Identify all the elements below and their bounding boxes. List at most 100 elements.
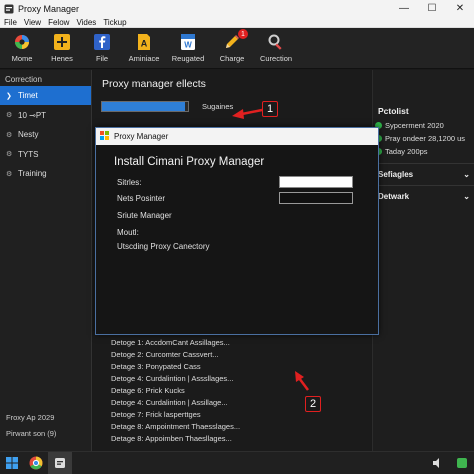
sidebar-item-timet[interactable]: ❯ Timet — [0, 86, 91, 105]
nets-posinter-input[interactable] — [279, 192, 353, 204]
sidebar-item-label: Nesty — [18, 130, 39, 139]
status-row-label: Pray ondeer 28,1200 us — [385, 134, 466, 143]
menu-vides[interactable]: Vides — [76, 18, 96, 27]
gear-multicolor-icon — [13, 33, 31, 51]
progress-fill — [102, 102, 186, 111]
menu-felow[interactable]: Felow — [48, 18, 69, 27]
right-pane-title: Pctolist — [378, 106, 409, 116]
sidebar-heading: Correction — [5, 75, 42, 84]
log-line: Detoge 7: Frick lasperttges — [111, 410, 201, 419]
chevron-down-icon: ⌄ — [463, 170, 470, 179]
notification-badge: 1 — [238, 29, 248, 39]
status-row-label: Taday 200ps — [385, 147, 428, 156]
dialog-titlebar: Proxy Manager — [96, 128, 378, 145]
log-line: Detage 8: Ampointment Thaesslages... — [111, 422, 241, 431]
toolbar-henes-button[interactable]: Henes — [42, 28, 82, 69]
toolbar-mome-button[interactable]: Mome — [2, 28, 42, 69]
tray-app-icon — [457, 458, 467, 468]
annotation-arrow-2 — [295, 371, 309, 391]
sidebar-item-label: 10 ⊸PT — [18, 110, 47, 120]
start-button[interactable] — [0, 452, 24, 474]
menu-tickup[interactable]: Tickup — [103, 18, 126, 27]
magnifier-icon — [267, 33, 285, 51]
app-icon — [4, 4, 14, 14]
toolbar-aminiace-button[interactable]: A Aminiace — [122, 28, 166, 69]
chevron-down-icon: ⌄ — [463, 192, 470, 201]
toolbar-curection-button[interactable]: Curection — [254, 28, 298, 69]
chevron-right-icon: ❯ — [6, 92, 12, 100]
maximize-button[interactable]: ☐ — [418, 0, 446, 17]
status-row: Pray ondeer 28,1200 us — [375, 134, 465, 143]
taskbar-tray-app[interactable] — [450, 452, 474, 474]
svg-text:A: A — [141, 39, 148, 49]
sidebar-item-10pt[interactable]: ⚙ 10 ⊸PT — [0, 106, 91, 125]
install-dialog: Proxy Manager Install Cimani Proxy Manag… — [95, 127, 379, 335]
minimize-button[interactable]: — — [390, 0, 418, 17]
toolbar: Mome Henes File A Aminiace W Reugated 1 … — [0, 28, 474, 69]
sidebar-footer-line: Pirwant son (9) — [6, 429, 57, 438]
windows-start-icon — [6, 457, 18, 469]
toolbar-charge-button[interactable]: 1 Charge — [210, 28, 254, 69]
toolbar-label: Curection — [259, 54, 293, 63]
taskbar-app[interactable] — [48, 451, 72, 474]
field-label-nets-posinter: Nets Posinter — [117, 194, 166, 203]
close-button[interactable]: ✕ — [446, 0, 474, 17]
log-line: Detage 3: Ponypated Cass — [111, 362, 201, 371]
gear-icon: ⚙ — [6, 131, 13, 139]
gear-icon: ⚙ — [6, 151, 13, 158]
divider — [373, 163, 474, 164]
menu-view[interactable]: View — [24, 18, 41, 27]
taskbar-volume[interactable] — [426, 452, 450, 474]
toolbar-label: Aminiace — [128, 54, 160, 63]
menu-file[interactable]: File — [4, 18, 17, 27]
toolbar-file-button[interactable]: File — [82, 28, 122, 69]
sidebar-footer-line: Froxy Ap 2029 — [6, 413, 55, 422]
taskbar-chrome[interactable] — [24, 452, 48, 474]
toolbar-label: Henes — [51, 54, 73, 63]
toolbar-label: File — [95, 54, 109, 63]
annotation-callout-1: 1 — [262, 101, 278, 117]
menu-bar: File View Felow Vides Tickup — [0, 17, 474, 28]
status-row-label: Sypcerment 2020 — [385, 121, 444, 130]
section-label: Sefiagles — [378, 170, 414, 179]
field-label-moutl: Moutl: — [117, 228, 139, 237]
log-line: Detage 6: Prick Kucks — [111, 386, 185, 395]
main-title: Proxy manager ellects — [102, 78, 206, 90]
progress-bar — [101, 101, 189, 112]
speaker-icon — [433, 458, 439, 468]
log-line: Detoge 4: Curdalintion | Asssllages... — [111, 374, 234, 383]
sidebar-item-label: TYTS — [18, 149, 39, 159]
sidebar-item-label: Timet — [18, 91, 38, 100]
section-sefiagles[interactable]: Sefiagles ⌄ — [378, 170, 470, 179]
sitrles-input[interactable] — [279, 176, 353, 188]
toolbar-label: Reugated — [171, 54, 205, 63]
windows-logo-icon — [100, 131, 109, 142]
divider — [373, 185, 474, 186]
taskbar — [0, 451, 474, 474]
sidebar-item-label: Training — [18, 169, 47, 178]
plus-icon — [53, 33, 71, 51]
annotation-callout-2: 2 — [305, 396, 321, 412]
sidebar: Correction ❯ Timet ⚙ 10 ⊸PT ⚙ Nesty ⚙ TY… — [0, 70, 92, 451]
log-line: Detage 8: Appoimben Thaesllages... — [111, 434, 232, 443]
document-a-icon: A — [135, 33, 153, 51]
field-label-utscding-proxy-canectory: Utscding Proxy Canectory — [117, 242, 210, 251]
sidebar-item-tyts[interactable]: ⚙ TYTS — [0, 145, 91, 164]
field-label-sitrles: Sitrles: — [117, 178, 142, 187]
svg-text:W: W — [184, 41, 192, 50]
section-detwark[interactable]: Detwark ⌄ — [378, 192, 470, 201]
log-line: Detoge 2: Curcomter Cassvert... — [111, 350, 219, 359]
sidebar-item-nesty[interactable]: ⚙ Nesty — [0, 125, 91, 144]
section-label: Detwark — [378, 192, 410, 201]
gear-icon: ⚙ — [6, 112, 13, 119]
field-label-sriute-manager: Sriute Manager — [117, 211, 172, 220]
toolbar-reugated-button[interactable]: W Reugated — [166, 28, 210, 69]
dialog-title: Proxy Manager — [114, 132, 169, 141]
log-line: Detoge 4: Curdalintion | Assillage... — [111, 398, 228, 407]
chrome-icon — [29, 456, 43, 470]
word-icon: W — [179, 33, 197, 51]
toolbar-label: Charge — [219, 54, 245, 63]
annotation-arrow-1 — [232, 108, 263, 119]
sidebar-item-training[interactable]: ⚙ Training — [0, 164, 91, 183]
dialog-heading: Install Cimani Proxy Manager — [114, 156, 265, 168]
